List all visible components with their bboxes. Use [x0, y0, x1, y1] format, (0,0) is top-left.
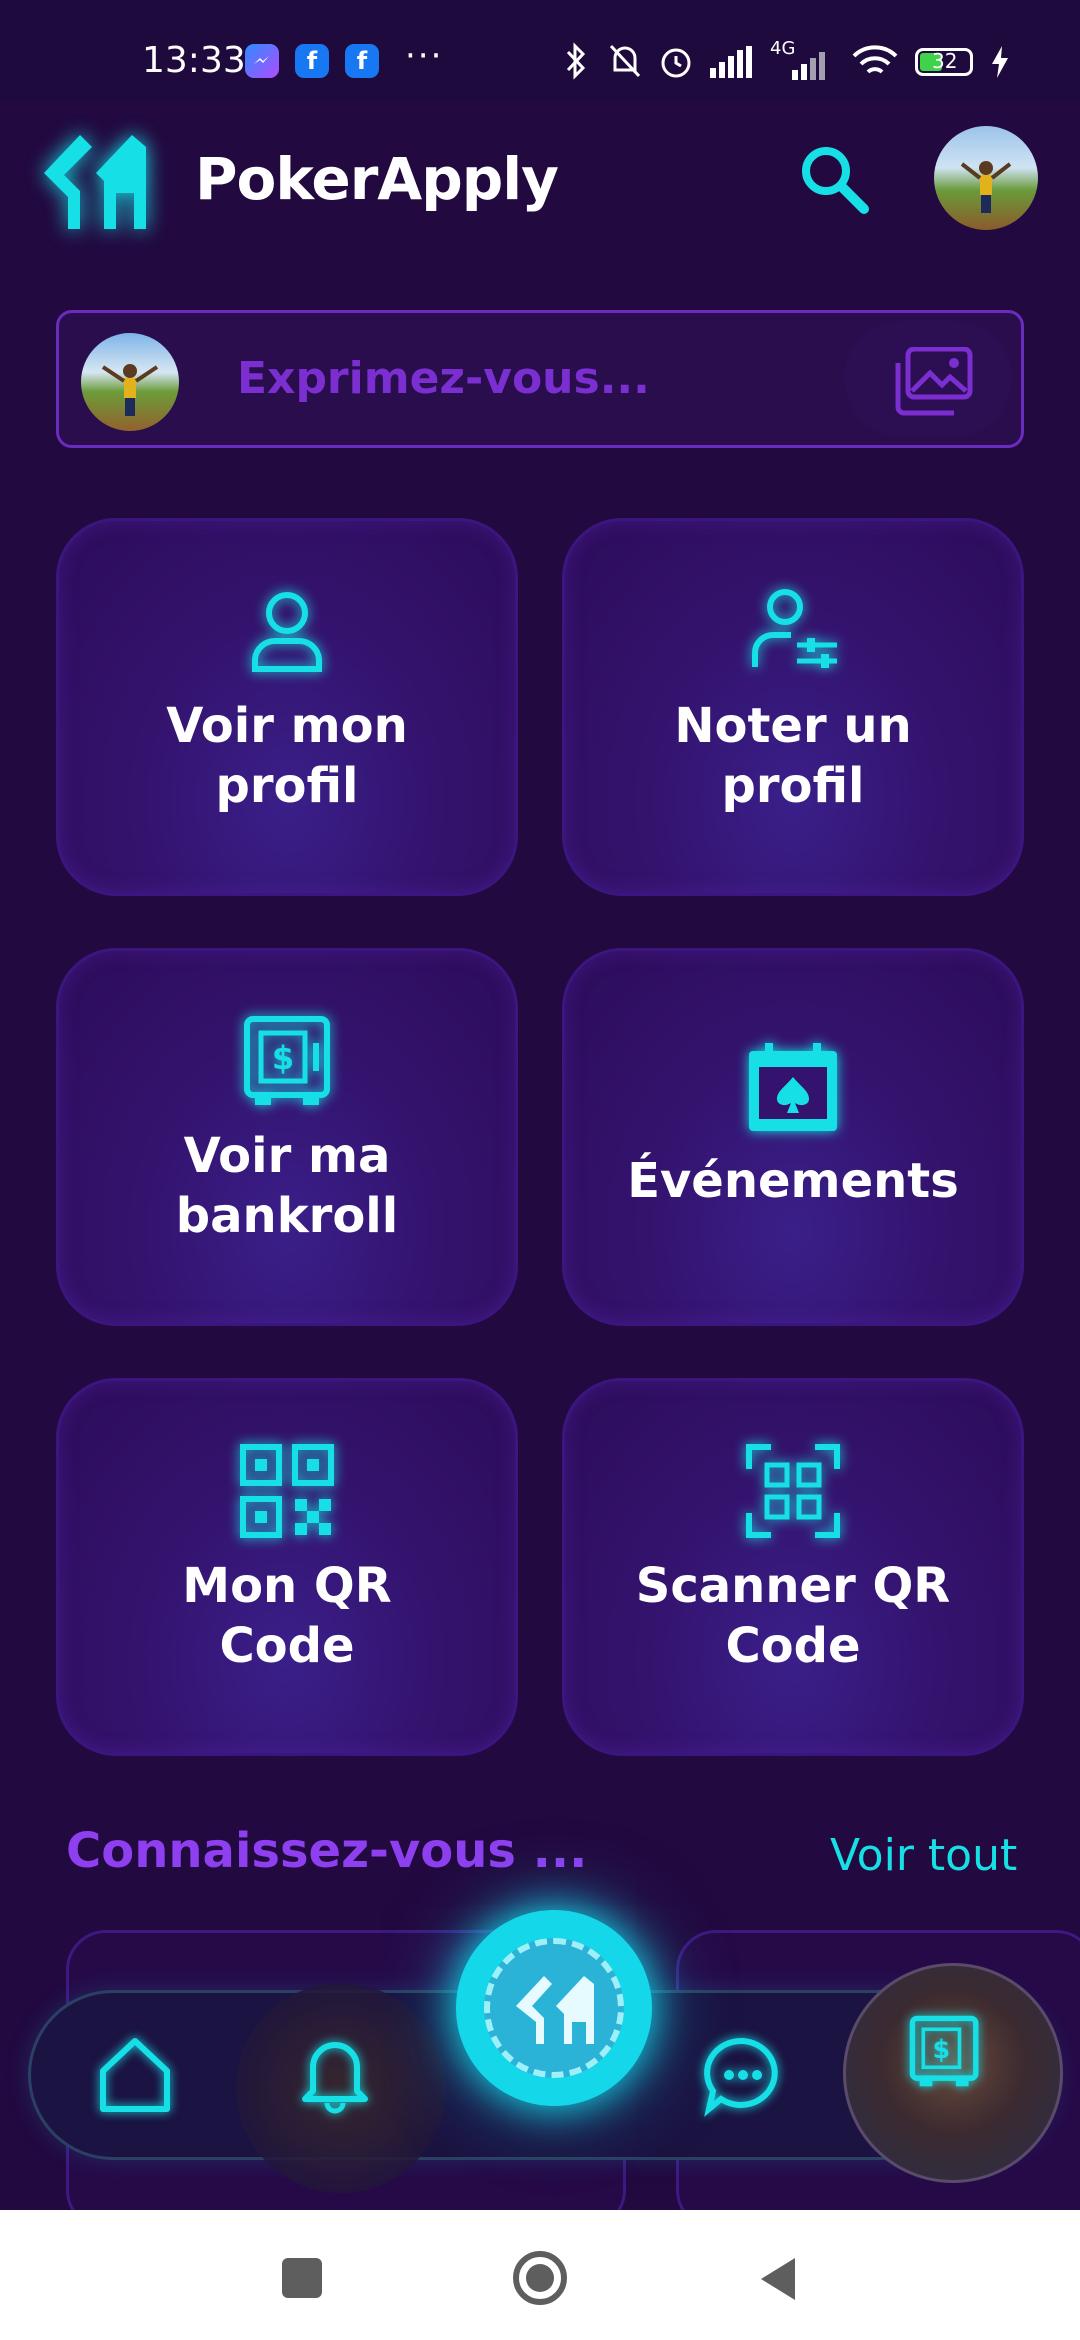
tile-label: Mon QR Code — [182, 1558, 392, 1674]
status-time: 13:33 — [142, 40, 246, 81]
view-profile-tile[interactable]: Voir mon profil — [56, 518, 518, 896]
svg-text:$: $ — [933, 2034, 951, 2064]
calendar-spade-icon — [749, 1043, 837, 1131]
messenger-icon — [245, 44, 279, 78]
section-title: Connaissez-vous ... — [66, 1823, 588, 1879]
svg-text:$: $ — [272, 1039, 294, 1077]
wifi-icon — [852, 45, 898, 74]
see-all-link[interactable]: Voir tout — [830, 1830, 1017, 1881]
post-composer[interactable]: Exprimez-vous... — [56, 310, 1024, 448]
signal-icon — [710, 46, 752, 78]
user-icon — [252, 592, 322, 672]
my-qr-code-tile[interactable]: Mon QR Code — [56, 1378, 518, 1756]
tile-label: Voir mon profil — [166, 698, 408, 814]
scan-qr-code-tile[interactable]: Scanner QR Code — [562, 1378, 1024, 1756]
app-header: PokerApply — [0, 100, 1080, 270]
tile-label: Événements — [627, 1153, 959, 1209]
pokerapply-logo-icon — [44, 135, 146, 229]
bankroll-tile[interactable]: $ Voir ma bankroll — [56, 948, 518, 1326]
qr-scan-icon — [746, 1444, 840, 1538]
facebook-icon: f — [295, 44, 329, 78]
battery-icon: 32 — [915, 48, 973, 76]
events-tile[interactable]: Événements — [562, 948, 1024, 1326]
signal-icon — [792, 52, 825, 80]
system-nav-bar — [0, 2210, 1080, 2340]
avatar — [81, 333, 179, 431]
poker-chip-icon — [484, 1938, 624, 2078]
chat-icon[interactable] — [701, 2033, 785, 2117]
recent-apps-button[interactable] — [282, 2258, 322, 2298]
safe-icon: $ — [244, 1016, 330, 1105]
user-settings-icon — [752, 589, 837, 668]
battery-level: 32 — [932, 49, 958, 73]
back-button[interactable] — [755, 2254, 805, 2304]
facebook-icon: f — [345, 44, 379, 78]
status-bar: 13:33 f f ··· 4G 32 — [0, 0, 1080, 100]
mute-icon — [609, 44, 641, 78]
home-icon[interactable] — [93, 2033, 177, 2117]
search-icon[interactable] — [798, 143, 870, 215]
add-image-button[interactable] — [844, 321, 1012, 437]
alarm-icon — [661, 48, 691, 78]
tile-label: Scanner QR Code — [635, 1558, 951, 1674]
tile-label: Noter un profil — [674, 698, 912, 814]
poker-chip-button[interactable] — [456, 1910, 652, 2106]
profile-avatar[interactable] — [934, 126, 1038, 230]
composer-placeholder[interactable]: Exprimez-vous... — [237, 353, 650, 404]
app-title: PokerApply — [195, 145, 559, 213]
charging-icon — [992, 46, 1008, 78]
more-notifications-icon: ··· — [405, 36, 444, 76]
image-icon — [895, 347, 973, 416]
bell-icon[interactable] — [293, 2031, 377, 2115]
bankroll-icon[interactable]: $ — [907, 2013, 983, 2089]
qr-code-icon — [240, 1444, 334, 1538]
bluetooth-icon — [566, 42, 586, 80]
home-button[interactable] — [510, 2248, 570, 2308]
rate-profile-tile[interactable]: Noter un profil — [562, 518, 1024, 896]
tile-label: Voir ma bankroll — [175, 1128, 399, 1244]
